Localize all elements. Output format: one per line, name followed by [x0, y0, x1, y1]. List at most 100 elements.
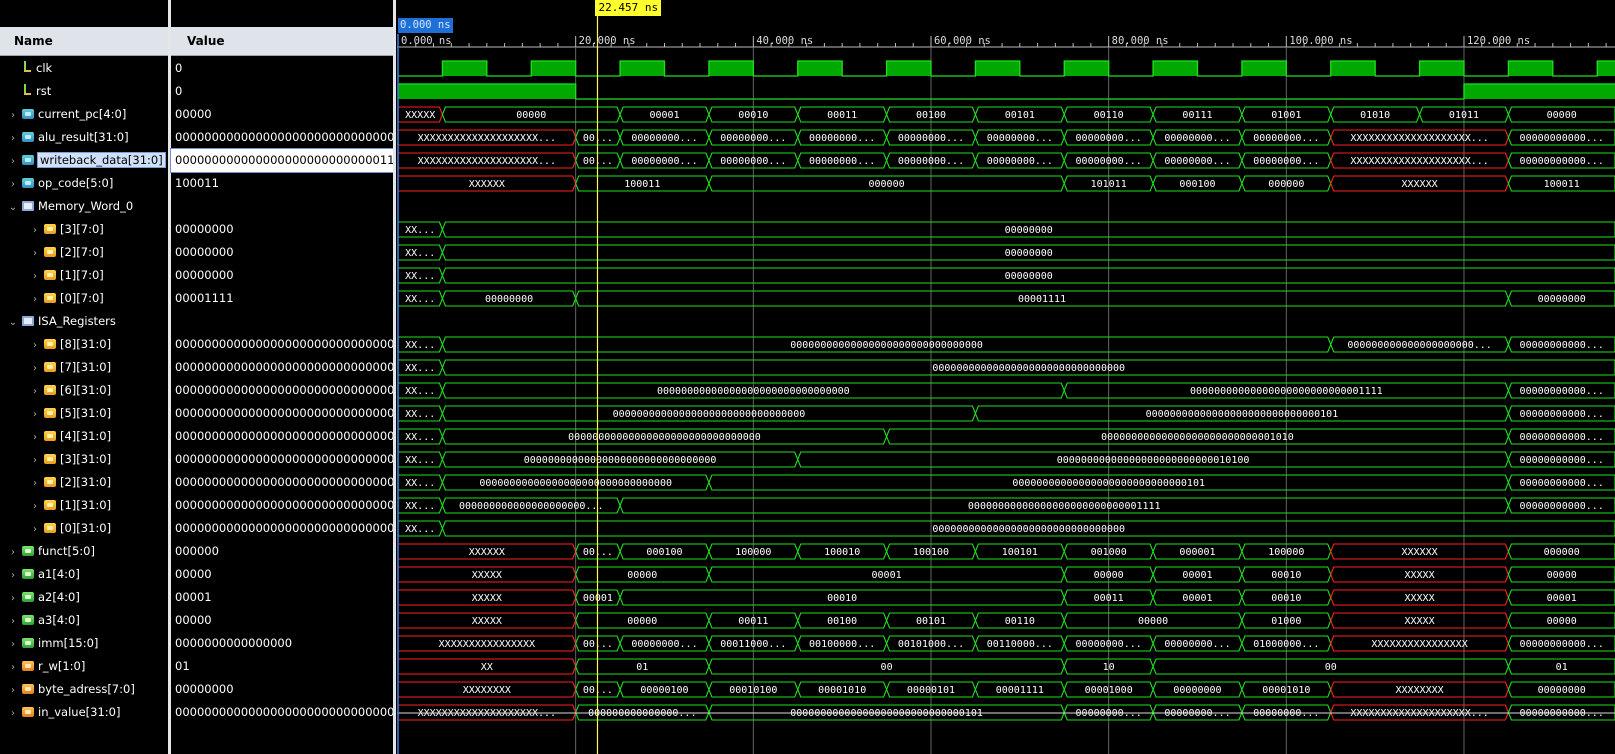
- signal-value[interactable]: 00000000000000000000000000000000: [171, 402, 393, 425]
- waveform-pane[interactable]: 0.000 ns 20.000 ns 40.000 ns 60.000 ns 80.00…: [397, 0, 1615, 754]
- signal-value[interactable]: 00000000000000000000000000000000: [171, 126, 393, 149]
- expand-chevron-icon[interactable]: ›: [8, 564, 18, 587]
- cursor-time-label[interactable]: 22.457 ns: [595, 0, 662, 16]
- bus-value-label: 00000000...: [720, 156, 786, 167]
- bus-value-label: XXXXXXXXXXXXXXXXXXXX...: [1350, 156, 1488, 167]
- signal-value[interactable]: 00000000000000000000000000000000: [171, 517, 393, 540]
- signal-name: r_w[1:0]: [38, 659, 86, 673]
- signal-value[interactable]: 00000000000000000000000000000000: [171, 471, 393, 494]
- signal-value[interactable]: [171, 310, 393, 333]
- signal-value[interactable]: 00000: [171, 103, 393, 126]
- expand-chevron-icon[interactable]: ›: [30, 518, 40, 541]
- expand-chevron-icon[interactable]: ›: [30, 472, 40, 495]
- signal-value[interactable]: 00000000: [171, 678, 393, 701]
- value-column-header[interactable]: Value: [171, 27, 393, 56]
- signal-row-name[interactable]: › in_value[31:0]: [0, 701, 176, 724]
- expand-chevron-icon[interactable]: ›: [30, 380, 40, 403]
- signal-value[interactable]: 00000000000000000000000000000000: [171, 356, 393, 379]
- bus-value-label: XXXXX: [472, 570, 502, 581]
- signal-value[interactable]: 0000000000000000: [171, 632, 393, 655]
- bus-value-label: 00000101: [907, 685, 955, 696]
- bus-value-label: 00100: [916, 110, 946, 121]
- signal-row-name[interactable]: › a3[4:0]: [0, 609, 176, 632]
- expand-chevron-icon[interactable]: ›: [30, 403, 40, 426]
- expand-chevron-icon[interactable]: ›: [8, 702, 18, 725]
- signal-row-name[interactable]: › current_pc[4:0]: [0, 103, 176, 126]
- expand-chevron-icon[interactable]: ›: [8, 587, 18, 610]
- expand-chevron-icon[interactable]: ›: [30, 357, 40, 380]
- signal-value[interactable]: 01: [171, 655, 393, 678]
- signal-value[interactable]: 00000000: [171, 264, 393, 287]
- expand-chevron-icon[interactable]: ›: [30, 288, 40, 311]
- signal-row-name[interactable]: ⌄ Memory_Word_0: [0, 195, 176, 218]
- expand-chevron-icon[interactable]: ›: [8, 104, 18, 127]
- signal-value[interactable]: 00000: [171, 609, 393, 632]
- collapse-chevron-icon[interactable]: ⌄: [8, 311, 18, 334]
- signal-value[interactable]: 00000: [171, 563, 393, 586]
- signal-value[interactable]: 00000000: [171, 241, 393, 264]
- signal-value[interactable]: [171, 195, 393, 218]
- expand-chevron-icon[interactable]: ›: [8, 610, 18, 633]
- bus-value-label: 001000: [1091, 547, 1127, 558]
- signal-value[interactable]: 00000000000000000000000000000000: [171, 494, 393, 517]
- array-icon: [44, 270, 56, 280]
- signal-value[interactable]: 00000000000000000000000000000000: [171, 333, 393, 356]
- bus-value-label: XX...: [405, 363, 435, 374]
- expand-chevron-icon[interactable]: ›: [30, 426, 40, 449]
- expand-chevron-icon[interactable]: ›: [30, 334, 40, 357]
- bus-value-label: 00000: [1094, 570, 1124, 581]
- waveform-canvas[interactable]: 0.000 ns 20.000 ns 40.000 ns 60.000 ns 80.00…: [397, 0, 1615, 754]
- bus-value-label: 00000000: [1005, 271, 1053, 282]
- signal-row-name[interactable]: › a1[4:0]: [0, 563, 176, 586]
- signal-row-name[interactable]: clk: [0, 57, 176, 80]
- expand-chevron-icon[interactable]: ›: [8, 656, 18, 679]
- expand-chevron-icon[interactable]: ›: [8, 679, 18, 702]
- signal-value[interactable]: 000000: [171, 540, 393, 563]
- expand-chevron-icon[interactable]: ›: [30, 242, 40, 265]
- value-wave-splitter[interactable]: [393, 0, 396, 754]
- expand-chevron-icon[interactable]: ›: [8, 150, 18, 173]
- signal-value[interactable]: 00001111: [171, 287, 393, 310]
- bus-value-label: 01: [636, 662, 648, 673]
- expand-chevron-icon[interactable]: ›: [8, 173, 18, 196]
- expand-chevron-icon[interactable]: ›: [30, 219, 40, 242]
- expand-chevron-icon[interactable]: ›: [8, 633, 18, 656]
- signal-value[interactable]: 00000000000000000000000000001111: [170, 148, 394, 173]
- signal-row-name[interactable]: › a2[4:0]: [0, 586, 176, 609]
- bit-icon: [22, 84, 32, 96]
- signal-value[interactable]: 00000000000000000000000000000000: [171, 425, 393, 448]
- signal-row-name[interactable]: ⌄ ISA_Registers: [0, 310, 176, 333]
- signal-value[interactable]: 100011: [171, 172, 393, 195]
- signal-row-name[interactable]: › alu_result[31:0]: [0, 126, 176, 149]
- bus-value-label: 00001000: [1085, 685, 1133, 696]
- signal-value[interactable]: 00000000000000000000000000000000: [171, 379, 393, 402]
- signal-value[interactable]: 00000000000000000000000000000000: [171, 701, 393, 724]
- signal-value[interactable]: 0: [171, 80, 393, 103]
- collapse-chevron-icon[interactable]: ⌄: [8, 196, 18, 219]
- bus-icon: [22, 178, 34, 188]
- bus-value-label: 00011000...: [720, 639, 786, 650]
- signal-row-name[interactable]: › funct[5:0]: [0, 540, 176, 563]
- signal-row-name[interactable]: › op_code[5:0]: [0, 172, 176, 195]
- signal-row-name[interactable]: › imm[15:0]: [0, 632, 176, 655]
- signal-row-name[interactable]: › writeback_data[31:0]: [0, 149, 176, 172]
- signal-value[interactable]: 00000000: [171, 218, 393, 241]
- signal-row-name[interactable]: rst: [0, 80, 176, 103]
- signal-name: Memory_Word_0: [38, 199, 134, 213]
- signal-name: alu_result[31:0]: [38, 130, 129, 144]
- bus-value-label: 00000000000...: [1520, 409, 1604, 420]
- signal-value[interactable]: 0: [171, 57, 393, 80]
- signal-value[interactable]: 00001: [171, 586, 393, 609]
- signal-row-name[interactable]: › byte_adress[7:0]: [0, 678, 176, 701]
- signal-row-name[interactable]: › r_w[1:0]: [0, 655, 176, 678]
- expand-chevron-icon[interactable]: ›: [8, 127, 18, 150]
- name-column-header[interactable]: Name: [0, 27, 168, 56]
- expand-chevron-icon[interactable]: ›: [30, 449, 40, 472]
- bus-value-label: 00000000...: [809, 133, 875, 144]
- expand-chevron-icon[interactable]: ›: [30, 495, 40, 518]
- signal-value[interactable]: 00000000000000000000000000000000: [171, 448, 393, 471]
- bus-value-label: XX...: [405, 248, 435, 259]
- expand-chevron-icon[interactable]: ›: [30, 265, 40, 288]
- expand-chevron-icon[interactable]: ›: [8, 541, 18, 564]
- bus-value-label: 00011: [827, 110, 857, 121]
